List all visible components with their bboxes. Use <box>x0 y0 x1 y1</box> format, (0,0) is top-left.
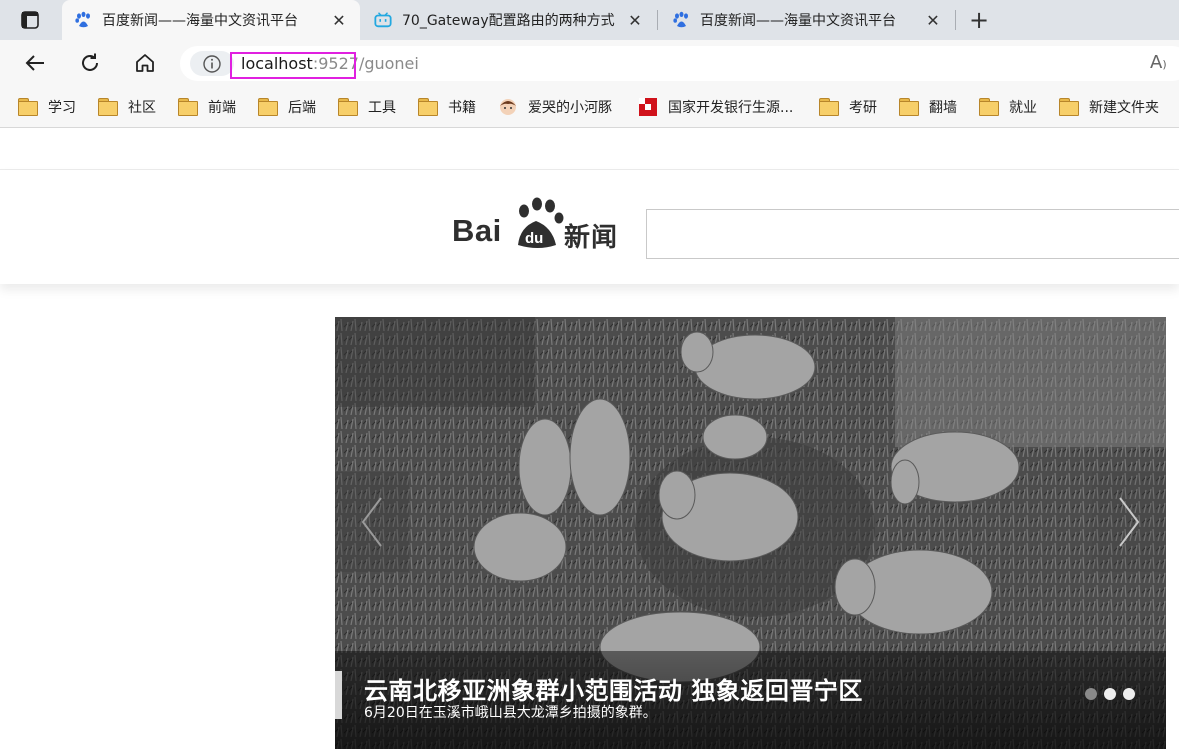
bookmark-label: 国家开发银行生源... <box>668 100 794 116</box>
reload-button[interactable] <box>74 47 106 79</box>
bookmarks-bar: 学习 社区 前端 后端 工具 书籍 爱哭的小河豚 国家开发银行生源... 考研 … <box>0 86 1179 128</box>
tab-baidu-news-2[interactable]: 百度新闻——海量中文资讯平台 ✕ <box>660 0 954 40</box>
carousel-caption[interactable]: 云南北移亚洲象群小范围活动 独象返回晋宁区 6月20日在玉溪市峨山县大龙潭乡拍摄… <box>335 651 1166 749</box>
carousel-dot[interactable] <box>1085 688 1097 700</box>
bookmark-label: 书籍 <box>448 100 476 116</box>
carousel-dot[interactable] <box>1123 688 1135 700</box>
news-carousel[interactable]: 云南北移亚洲象群小范围活动 独象返回晋宁区 6月20日在玉溪市峨山县大龙潭乡拍摄… <box>335 317 1166 749</box>
folder-icon <box>178 98 198 116</box>
close-tab-icon[interactable]: ✕ <box>624 9 646 31</box>
bookmark-folder[interactable]: 翻墙 <box>899 96 957 118</box>
folder-icon <box>819 98 839 116</box>
bilibili-tv-icon <box>374 11 392 29</box>
logo-bai-text: Bai <box>452 213 502 248</box>
bookmark-folder[interactable]: 后端 <box>258 96 316 118</box>
chevron-right-icon <box>1119 497 1140 547</box>
tab-title: 百度新闻——海量中文资讯平台 <box>700 13 896 29</box>
url-host: localhost <box>241 54 313 73</box>
search-input[interactable] <box>646 209 1179 259</box>
bookmark-folder[interactable]: 就业 <box>979 96 1037 118</box>
avatar-icon <box>498 98 518 116</box>
tab-separator <box>955 10 956 30</box>
logo-news-text: 新闻 <box>564 223 619 253</box>
page-content: Bai du 新闻 云南北移亚洲象群小范围活动 独象返回晋宁区 6月20日在玉溪… <box>0 129 1179 749</box>
tab-separator <box>657 10 658 30</box>
bookmark-folder[interactable]: 学习 <box>18 96 76 118</box>
caption-accent-bar <box>335 671 342 719</box>
tab-gateway[interactable]: 70_Gateway配置路由的两种方式 ✕ <box>362 0 656 40</box>
folder-icon <box>899 98 919 116</box>
bookmark-folder[interactable]: 新建文件夹 <box>1059 96 1159 118</box>
tab-title: 百度新闻——海量中文资讯平台 <box>102 13 298 29</box>
folder-icon <box>979 98 999 116</box>
carousel-dot[interactable] <box>1104 688 1116 700</box>
bookmark-label: 翻墙 <box>929 100 957 116</box>
folder-icon <box>1059 98 1079 116</box>
refresh-icon <box>82 53 98 71</box>
carousel-subtitle: 6月20日在玉溪市峨山县大龙潭乡拍摄的象群。 <box>364 705 657 721</box>
close-tab-icon[interactable]: ✕ <box>922 9 944 31</box>
bookmark-label: 爱哭的小河豚 <box>528 100 612 116</box>
bookmark-folder[interactable]: 工具 <box>338 96 396 118</box>
bookmark-folder[interactable]: 前端 <box>178 96 236 118</box>
tab-actions-icon <box>21 11 39 29</box>
bookmark-label: 后端 <box>288 100 316 116</box>
url-text[interactable]: localhost:9527/guonei <box>241 54 419 73</box>
back-button[interactable] <box>19 47 51 79</box>
plus-icon: + <box>968 6 990 34</box>
carousel-title[interactable]: 云南北移亚洲象群小范围活动 独象返回晋宁区 <box>364 671 863 706</box>
address-bar[interactable]: localhost:9527/guonei <box>180 46 1179 81</box>
baidu-paw-logo-icon: du <box>518 197 564 248</box>
folder-icon <box>18 98 38 116</box>
bookmark-link[interactable]: 国家开发银行生源... <box>638 96 793 118</box>
read-aloud-button[interactable]: A) <box>1150 52 1167 73</box>
cdb-logo-icon <box>638 98 658 116</box>
tab-title: 70_Gateway配置路由的两种方式 <box>402 13 615 29</box>
info-icon <box>203 54 221 73</box>
url-path: :9527/guonei <box>312 54 419 73</box>
new-tab-button[interactable]: + <box>964 6 994 34</box>
home-icon <box>136 54 154 72</box>
bookmark-label: 学习 <box>48 100 76 116</box>
site-info-button[interactable] <box>190 51 234 76</box>
baidu-news-logo[interactable]: Bai du 新闻 <box>452 193 627 253</box>
bookmark-label: 工具 <box>368 100 396 116</box>
carousel-next-button[interactable] <box>1092 472 1166 572</box>
tab-baidu-news[interactable]: 百度新闻——海量中文资讯平台 ✕ <box>62 0 360 40</box>
bookmark-folder[interactable]: 社区 <box>98 96 156 118</box>
bookmark-label: 社区 <box>128 100 156 116</box>
bookmark-label: 新建文件夹 <box>1089 100 1159 116</box>
bookmark-folder[interactable]: 考研 <box>819 96 877 118</box>
folder-icon <box>98 98 118 116</box>
read-aloud-icon: A <box>1150 52 1163 73</box>
carousel-prev-button[interactable] <box>335 472 409 572</box>
tab-strip: 百度新闻——海量中文资讯平台 ✕ 70_Gateway配置路由的两种方式 ✕ 百… <box>0 0 1179 40</box>
logo-du-text: du <box>525 230 543 247</box>
folder-icon <box>338 98 358 116</box>
home-button[interactable] <box>129 47 161 79</box>
carousel-indicators <box>1085 688 1135 700</box>
bookmark-label: 就业 <box>1009 100 1037 116</box>
folder-icon <box>258 98 278 116</box>
bookmark-folder[interactable]: 书籍 <box>418 96 476 118</box>
folder-icon <box>418 98 438 116</box>
tab-actions-button[interactable] <box>8 6 52 34</box>
baidu-paw-icon <box>74 11 92 29</box>
baidu-paw-icon <box>672 11 690 29</box>
bookmark-label: 考研 <box>849 100 877 116</box>
bookmark-link[interactable]: 爱哭的小河豚 <box>498 96 612 118</box>
back-arrow-icon <box>25 55 44 71</box>
bookmark-label: 前端 <box>208 100 236 116</box>
sound-waves-icon: ) <box>1162 58 1167 71</box>
browser-toolbar: localhost:9527/guonei A) <box>0 40 1179 86</box>
close-tab-icon[interactable]: ✕ <box>328 9 350 31</box>
chevron-left-icon <box>361 497 382 547</box>
